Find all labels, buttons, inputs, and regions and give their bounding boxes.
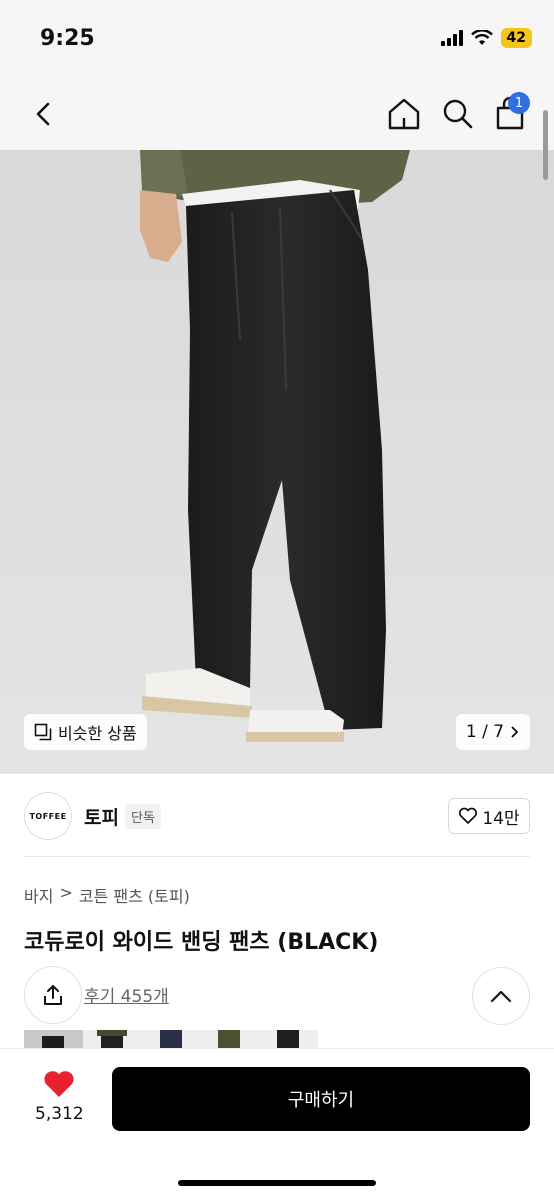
thumbnail-navy[interactable] <box>141 1030 201 1048</box>
thumbnail-olive[interactable] <box>200 1030 260 1048</box>
page-indicator-text: 1 / 7 <box>465 722 505 742</box>
product-image-carousel[interactable] <box>0 150 554 774</box>
brand-like-button[interactable]: 14만 <box>448 798 530 834</box>
breadcrumb-separator-icon: > <box>59 883 73 902</box>
exclusive-badge: 단독 <box>125 804 161 829</box>
breadcrumb-subcategory[interactable]: 코튼 팬츠 (토피) <box>79 883 190 907</box>
similar-items-icon <box>34 723 52 741</box>
color-thumbnail-strip <box>24 1030 318 1048</box>
image-page-counter[interactable]: 1 / 7 <box>456 714 530 750</box>
breadcrumb: 바지 > 코튼 팬츠 (토피) <box>24 883 190 907</box>
thumbnail-khaki-black[interactable] <box>82 1030 142 1048</box>
brand-name[interactable]: 토피 <box>84 803 119 830</box>
favorite-count: 5,312 <box>35 1104 84 1124</box>
chevron-up-icon <box>490 990 512 1003</box>
home-icon[interactable] <box>384 94 424 134</box>
divider <box>24 856 530 857</box>
brand-like-count: 14만 <box>482 808 520 829</box>
thumbnail-dark[interactable] <box>259 1030 318 1048</box>
battery-indicator: 42 <box>500 28 532 48</box>
product-photo <box>0 150 554 774</box>
heart-filled-icon[interactable] <box>42 1068 76 1100</box>
share-button[interactable] <box>24 966 82 1024</box>
back-arrow-icon[interactable] <box>26 96 62 132</box>
product-title: 코듀로이 와이드 밴딩 팬츠 (BLACK) <box>24 930 379 955</box>
heart-outline-icon <box>459 807 478 824</box>
wifi-icon <box>470 30 493 45</box>
similar-products-label: 비슷한 상품 <box>58 724 137 743</box>
status-time: 9:25 <box>40 26 95 51</box>
status-icons: 42 <box>440 28 532 48</box>
signal-icon <box>440 30 463 46</box>
thumbnail-black[interactable] <box>24 1030 83 1048</box>
scroll-to-top-button[interactable] <box>472 967 530 1025</box>
status-bar: 9:25 42 <box>0 0 554 80</box>
brand-logo-text: TOFFEE <box>29 811 67 821</box>
buy-button[interactable]: 구매하기 <box>112 1067 530 1131</box>
nav-bar <box>0 80 554 150</box>
scrollbar[interactable] <box>543 110 548 180</box>
chevron-right-icon <box>511 726 519 738</box>
review-link[interactable]: 후기 455개 <box>84 982 169 1007</box>
brand-logo[interactable]: TOFFEE <box>24 792 72 840</box>
cart-count-badge: 1 <box>508 92 530 114</box>
search-icon[interactable] <box>438 94 478 134</box>
breadcrumb-category[interactable]: 바지 <box>24 883 53 907</box>
similar-products-button[interactable]: 비슷한 상품 <box>24 714 147 750</box>
share-icon <box>44 985 62 1005</box>
home-indicator[interactable] <box>178 1180 376 1186</box>
